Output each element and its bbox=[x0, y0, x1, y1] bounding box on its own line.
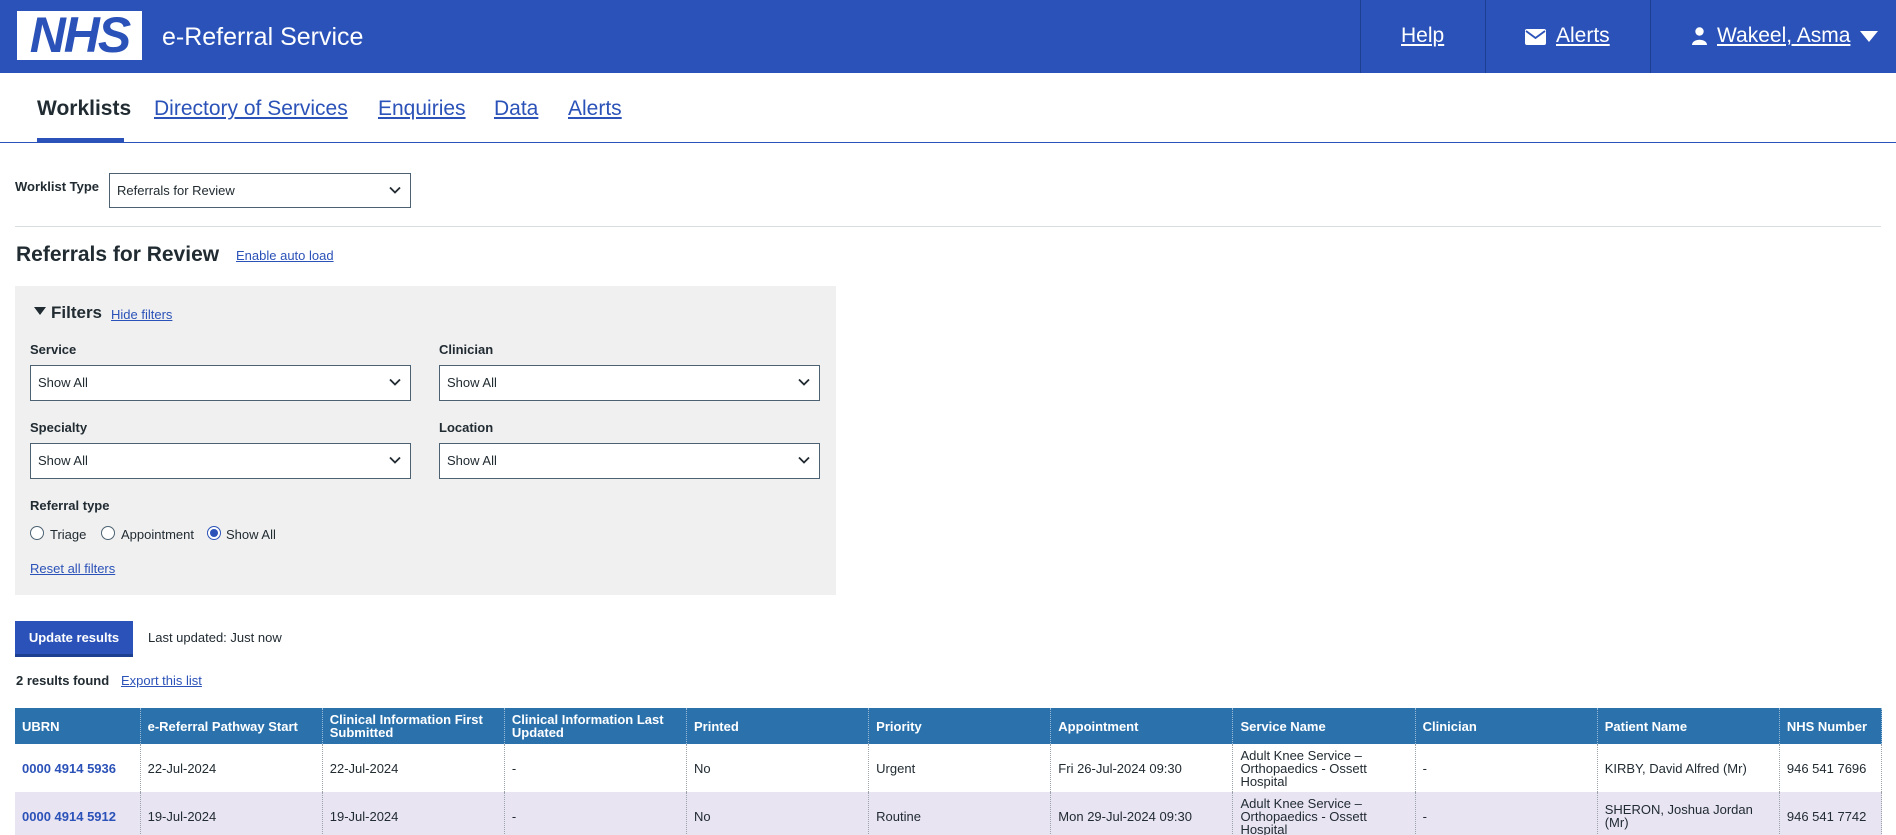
alerts-link[interactable]: Alerts bbox=[1556, 22, 1610, 50]
table-cell: - bbox=[504, 792, 688, 835]
specialty-select[interactable]: Show All bbox=[30, 443, 411, 479]
radio-appointment-label[interactable]: Appointment bbox=[121, 527, 194, 542]
ubrn-link[interactable]: 0000 4914 5912 bbox=[15, 792, 141, 835]
column-header[interactable]: Clinical Information First Submitted bbox=[322, 708, 505, 744]
table-cell: 946 541 7696 bbox=[1779, 744, 1883, 792]
radio-appointment[interactable] bbox=[101, 526, 115, 540]
table-cell: 946 541 7742 bbox=[1779, 792, 1883, 835]
service-name: e-Referral Service bbox=[162, 23, 364, 51]
specialty-value: Show All bbox=[38, 453, 88, 468]
chevron-down-icon bbox=[798, 378, 810, 386]
table-cell: No bbox=[686, 744, 870, 792]
column-header[interactable]: e-Referral Pathway Start bbox=[140, 708, 323, 744]
table-cell: 22-Jul-2024 bbox=[140, 744, 323, 792]
chevron-down-icon[interactable] bbox=[1860, 31, 1878, 42]
column-header[interactable]: Service Name bbox=[1232, 708, 1416, 744]
service-label: Service bbox=[30, 342, 77, 357]
table-cell: 19-Jul-2024 bbox=[322, 792, 505, 835]
radio-triage-label[interactable]: Triage bbox=[50, 527, 86, 542]
table-header-row: UBRN e-Referral Pathway Start Clinical I… bbox=[15, 708, 1883, 744]
chevron-down-icon bbox=[389, 456, 401, 464]
top-header: NHS e-Referral Service Help Alerts Wakee… bbox=[0, 0, 1896, 73]
clinician-value: Show All bbox=[447, 375, 497, 390]
column-header[interactable]: Clinical Information Last Updated bbox=[504, 708, 688, 744]
hide-filters-link[interactable]: Hide filters bbox=[111, 307, 172, 322]
radio-triage[interactable] bbox=[30, 526, 44, 540]
table-cell: Mon 29-Jul-2024 09:30 bbox=[1050, 792, 1234, 835]
table-cell: - bbox=[1415, 744, 1598, 792]
worklist-type-value: Referrals for Review bbox=[117, 183, 235, 198]
enable-auto-load-link[interactable]: Enable auto load bbox=[236, 248, 334, 263]
referral-type-label: Referral type bbox=[30, 498, 110, 513]
table-cell: No bbox=[686, 792, 870, 835]
location-value: Show All bbox=[447, 453, 497, 468]
nhs-logo-text: NHS bbox=[29, 7, 132, 63]
tab-worklists[interactable]: Worklists bbox=[37, 96, 131, 122]
clinician-select[interactable]: Show All bbox=[439, 365, 820, 401]
table-cell: Adult Knee Service – Orthopaedics - Osse… bbox=[1232, 792, 1416, 835]
column-header[interactable]: Clinician bbox=[1415, 708, 1598, 744]
tab-alerts[interactable]: Alerts bbox=[568, 96, 622, 122]
chevron-down-icon bbox=[389, 186, 401, 194]
results-table: UBRN e-Referral Pathway Start Clinical I… bbox=[15, 708, 1883, 835]
column-header[interactable]: Printed bbox=[686, 708, 870, 744]
ubrn-link[interactable]: 0000 4914 5936 bbox=[15, 744, 141, 792]
table-row[interactable]: 0000 4914 5912 19-Jul-2024 19-Jul-2024 -… bbox=[15, 792, 1883, 835]
worklist-type-select[interactable]: Referrals for Review bbox=[109, 173, 411, 208]
location-select[interactable]: Show All bbox=[439, 443, 820, 479]
column-header[interactable]: Patient Name bbox=[1597, 708, 1780, 744]
specialty-label: Specialty bbox=[30, 420, 88, 435]
tab-directory-of-services[interactable]: Directory of Services bbox=[154, 96, 348, 122]
table-cell: KIRBY, David Alfred (Mr) bbox=[1597, 744, 1780, 792]
header-divider bbox=[1485, 0, 1486, 73]
filters-panel bbox=[15, 286, 836, 595]
radio-show-all-label[interactable]: Show All bbox=[226, 527, 276, 542]
divider bbox=[15, 226, 1881, 227]
table-cell: Adult Knee Service – Orthopaedics - Osse… bbox=[1232, 744, 1416, 792]
column-header[interactable]: NHS Number bbox=[1779, 708, 1883, 744]
results-count: 2 results found bbox=[16, 673, 110, 688]
table-cell: Fri 26-Jul-2024 09:30 bbox=[1050, 744, 1234, 792]
reset-filters-link[interactable]: Reset all filters bbox=[30, 561, 115, 576]
main-nav: Worklists Directory of Services Enquirie… bbox=[0, 73, 1896, 143]
column-header[interactable]: Priority bbox=[868, 708, 1052, 744]
column-header[interactable]: Appointment bbox=[1050, 708, 1234, 744]
worklist-type-label: Worklist Type bbox=[15, 179, 100, 194]
tab-enquiries[interactable]: Enquiries bbox=[378, 96, 466, 122]
page-title: Referrals for Review bbox=[16, 243, 220, 266]
header-divider bbox=[1650, 0, 1651, 73]
filters-title: Filters bbox=[51, 303, 103, 322]
export-list-link[interactable]: Export this list bbox=[121, 673, 202, 688]
update-results-button[interactable]: Update results bbox=[15, 621, 133, 657]
table-cell: 19-Jul-2024 bbox=[140, 792, 323, 835]
table-cell: Urgent bbox=[868, 744, 1052, 792]
chevron-down-icon bbox=[389, 378, 401, 386]
user-menu[interactable]: Wakeel, Asma bbox=[1717, 22, 1850, 50]
envelope-icon bbox=[1525, 29, 1546, 45]
table-cell: 22-Jul-2024 bbox=[322, 744, 505, 792]
nhs-logo[interactable]: NHS bbox=[17, 7, 142, 63]
table-cell: - bbox=[1415, 792, 1598, 835]
column-header[interactable]: UBRN bbox=[15, 708, 141, 744]
last-updated-text: Last updated: Just now bbox=[148, 630, 282, 645]
active-tab-indicator bbox=[37, 138, 124, 142]
service-select[interactable]: Show All bbox=[30, 365, 411, 401]
user-icon bbox=[1692, 27, 1707, 45]
table-cell: SHERON, Joshua Jordan (Mr) bbox=[1597, 792, 1780, 835]
table-cell: Routine bbox=[868, 792, 1052, 835]
help-link[interactable]: Help bbox=[1401, 22, 1444, 50]
table-cell: - bbox=[504, 744, 688, 792]
radio-show-all[interactable] bbox=[207, 526, 221, 540]
table-row[interactable]: 0000 4914 5936 22-Jul-2024 22-Jul-2024 -… bbox=[15, 744, 1883, 792]
header-divider bbox=[1360, 0, 1361, 73]
service-value: Show All bbox=[38, 375, 88, 390]
location-label: Location bbox=[439, 420, 494, 435]
tab-data[interactable]: Data bbox=[494, 96, 538, 122]
clinician-label: Clinician bbox=[439, 342, 494, 357]
caret-down-icon[interactable] bbox=[34, 307, 46, 316]
chevron-down-icon bbox=[798, 456, 810, 464]
